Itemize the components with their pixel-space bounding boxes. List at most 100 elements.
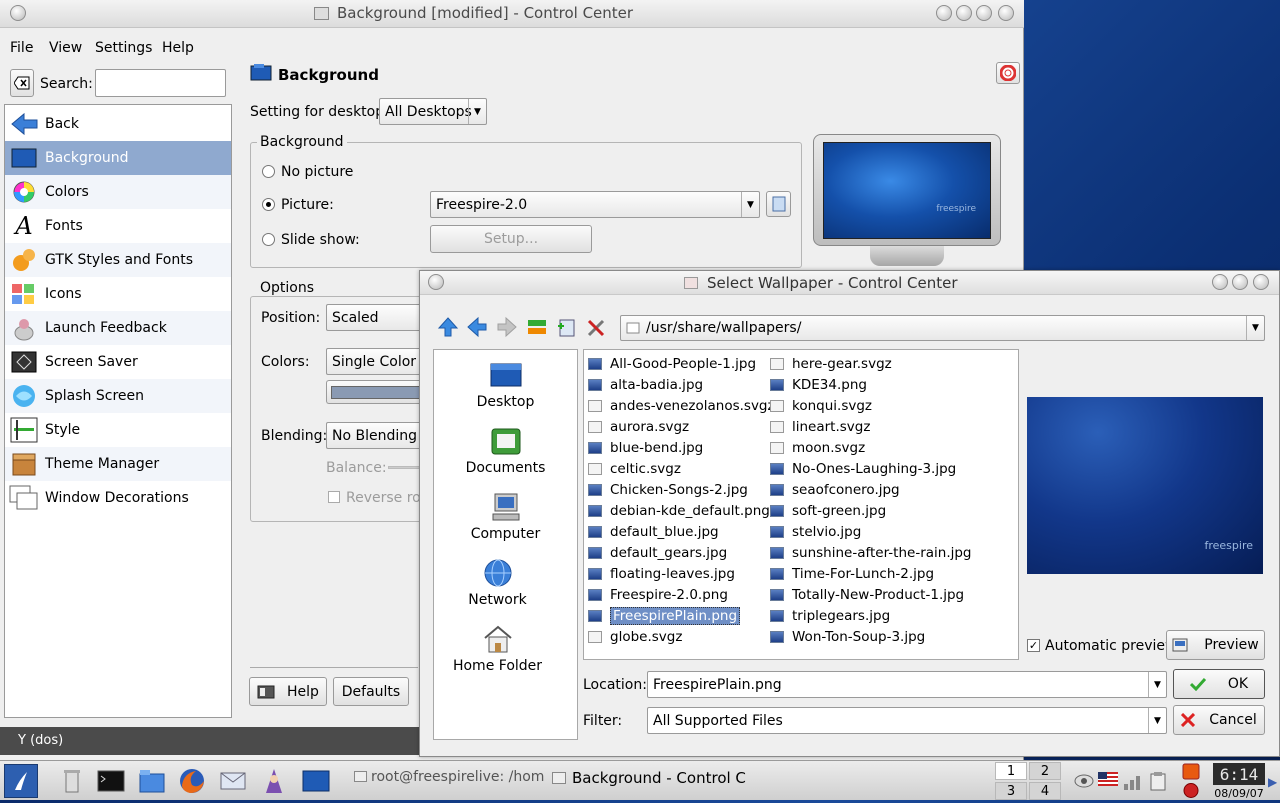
sidebar-item-back[interactable]: Back (5, 107, 231, 141)
pager-desktop-1[interactable]: 1 (995, 762, 1027, 780)
dialog-close-button[interactable] (1253, 274, 1269, 290)
cancel-button[interactable]: Cancel (1173, 705, 1265, 735)
file-item[interactable]: FreespirePlain.png (588, 605, 741, 626)
wizard-icon[interactable] (258, 765, 290, 797)
help-window-button[interactable] (936, 5, 952, 21)
file-item[interactable]: here-gear.svgz (770, 353, 892, 374)
up-folder-icon[interactable] (435, 314, 461, 340)
file-item[interactable]: sunshine-after-the-rain.jpg (770, 542, 972, 563)
mail-icon[interactable] (217, 765, 249, 797)
slide-show-radio[interactable] (262, 233, 275, 246)
picture-select[interactable]: Freespire-2.0 ▼ (430, 191, 760, 218)
no-picture-radio[interactable] (262, 165, 275, 178)
minimize-button[interactable] (956, 5, 972, 21)
place-computer[interactable]: Computer (434, 492, 577, 542)
signal-icon[interactable] (1122, 770, 1144, 792)
file-item[interactable]: seaofconero.jpg (770, 479, 900, 500)
file-item[interactable]: default_gears.jpg (588, 542, 727, 563)
menu-file[interactable]: File (10, 40, 33, 56)
file-item[interactable]: floating-leaves.jpg (588, 563, 735, 584)
desktop-select[interactable]: All Desktops ▼ (379, 98, 487, 125)
defaults-button[interactable]: Defaults (333, 677, 409, 706)
file-item[interactable]: debian-kde_default.png (588, 500, 770, 521)
file-item[interactable]: Freespire-2.0.png (588, 584, 728, 605)
sidebar-item-colors[interactable]: Colors (5, 175, 231, 209)
close-button[interactable] (998, 5, 1014, 21)
start-menu-button[interactable] (4, 764, 38, 798)
place-desktop[interactable]: Desktop (434, 360, 577, 410)
pager-desktop-4[interactable]: 4 (1029, 782, 1061, 800)
trash-icon[interactable] (56, 765, 88, 797)
colors-select[interactable]: Single Color (326, 348, 425, 375)
main-titlebar[interactable]: Background [modified] - Control Center (0, 0, 1024, 28)
search-input[interactable] (95, 69, 226, 97)
alert-tray-icon[interactable] (1182, 782, 1200, 799)
sidebar-item-fonts[interactable]: A Fonts (5, 209, 231, 243)
dialog-titlebar[interactable]: Select Wallpaper - Control Center (420, 271, 1279, 295)
keyboard-layout-icon[interactable] (1098, 772, 1118, 788)
task-terminal[interactable]: root@freespirelive: /home/f (354, 769, 544, 785)
preview-button[interactable]: Preview (1166, 630, 1265, 660)
sidebar-item-background[interactable]: Background (5, 141, 231, 175)
file-item[interactable]: Time-For-Lunch-2.jpg (770, 563, 934, 584)
location-combo[interactable]: FreespirePlain.png ▼ (647, 671, 1167, 698)
file-item[interactable]: andes-venezolanos.svgz (588, 395, 775, 416)
taskbar-scroll-icon[interactable]: ▶ (1268, 775, 1277, 789)
file-item[interactable]: konqui.svgz (770, 395, 872, 416)
sidebar-item-window-decorations[interactable]: Window Decorations (5, 481, 231, 515)
dialog-help-button[interactable] (1212, 274, 1228, 290)
file-item[interactable]: Chicken-Songs-2.jpg (588, 479, 748, 500)
maximize-button[interactable] (976, 5, 992, 21)
sidebar-item-screen-saver[interactable]: Screen Saver (5, 345, 231, 379)
position-select[interactable]: Scaled (326, 304, 425, 331)
color-picker-button[interactable] (326, 380, 425, 404)
dialog-maximize-button[interactable] (1232, 274, 1248, 290)
sidebar-item-theme-manager[interactable]: Theme Manager (5, 447, 231, 481)
file-item[interactable]: alta-badia.jpg (588, 374, 703, 395)
help-button[interactable]: Help (249, 677, 327, 706)
ok-button[interactable]: OK (1173, 669, 1265, 699)
blending-select[interactable]: No Blending (326, 422, 425, 449)
menu-view[interactable]: View (49, 40, 82, 56)
file-item[interactable]: Won-Ton-Soup-3.jpg (770, 626, 925, 647)
sidebar-item-launch-feedback[interactable]: Launch Feedback (5, 311, 231, 345)
place-home-folder[interactable]: Home Folder (426, 624, 569, 674)
show-desktop-icon[interactable] (300, 765, 332, 797)
file-item[interactable]: default_blue.jpg (588, 521, 719, 542)
clock[interactable]: 6:14 (1213, 763, 1265, 785)
dialog-menu-button[interactable] (428, 274, 444, 290)
updates-tray-icon[interactable] (1182, 763, 1200, 780)
filter-combo[interactable]: All Supported Files ▼ (647, 707, 1167, 734)
path-combo[interactable]: /usr/share/wallpapers/ ▼ (620, 315, 1265, 341)
browse-picture-button[interactable] (766, 191, 791, 217)
terminal-icon[interactable] (95, 765, 127, 797)
configure-tools-icon[interactable] (584, 314, 610, 340)
setup-button[interactable]: Setup... (430, 225, 592, 253)
network-tray-icon[interactable] (1074, 771, 1094, 791)
place-documents[interactable]: Documents (434, 426, 577, 476)
file-item[interactable]: All-Good-People-1.jpg (588, 353, 756, 374)
firefox-icon[interactable] (176, 765, 208, 797)
forward-icon[interactable] (494, 314, 520, 340)
file-item[interactable]: aurora.svgz (588, 416, 689, 437)
sidebar-item-splash-screen[interactable]: Splash Screen (5, 379, 231, 413)
sidebar-item-gtk[interactable]: GTK Styles and Fonts (5, 243, 231, 277)
file-item[interactable]: No-Ones-Laughing-3.jpg (770, 458, 956, 479)
file-item[interactable]: KDE34.png (770, 374, 867, 395)
file-item[interactable]: lineart.svgz (770, 416, 870, 437)
task-background-control[interactable]: Background - Control C (552, 769, 746, 787)
file-manager-icon[interactable] (136, 765, 168, 797)
picture-radio[interactable] (262, 198, 275, 211)
file-item[interactable]: globe.svgz (588, 626, 682, 647)
menu-help[interactable]: Help (162, 40, 194, 56)
reverse-checkbox[interactable] (328, 491, 340, 503)
file-item[interactable]: blue-bend.jpg (588, 437, 703, 458)
window-menu-button[interactable] (10, 5, 26, 21)
sidebar-item-style[interactable]: Style (5, 413, 231, 447)
pager-desktop-3[interactable]: 3 (995, 782, 1027, 800)
back-icon[interactable] (464, 314, 490, 340)
file-item[interactable]: Totally-New-Product-1.jpg (770, 584, 964, 605)
file-item[interactable]: triplegears.jpg (770, 605, 890, 626)
clipboard-tray-icon[interactable] (1148, 771, 1168, 791)
sidebar-item-icons[interactable]: Icons (5, 277, 231, 311)
